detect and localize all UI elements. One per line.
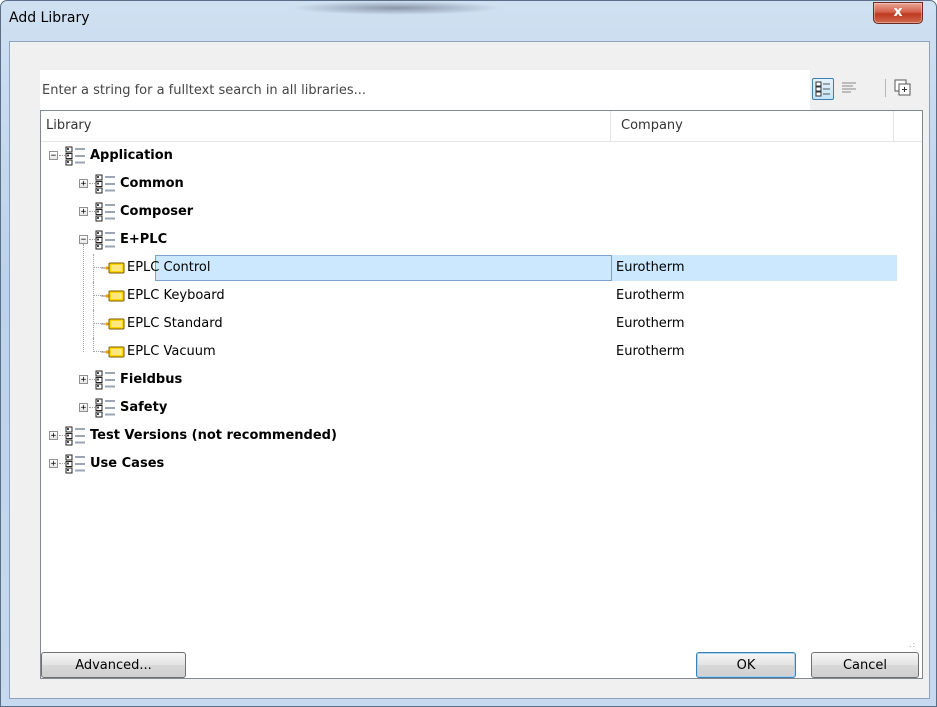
- tree-row[interactable]: − E+PLC: [41, 226, 901, 254]
- library-category-icon: [65, 146, 87, 166]
- expand-all-button[interactable]: [893, 78, 913, 98]
- tree-row[interactable]: + Composer: [41, 198, 901, 226]
- library-category-icon: [95, 230, 117, 250]
- expand-icon[interactable]: +: [49, 459, 58, 469]
- title-glare: [291, 1, 501, 15]
- collapse-icon[interactable]: −: [79, 235, 88, 245]
- toolbar-separator: [885, 79, 886, 97]
- tree-item-label: Fieldbus: [120, 372, 183, 387]
- tree-item-label: EPLC Vacuum: [127, 344, 216, 359]
- search-input[interactable]: [42, 80, 802, 100]
- column-divider: [893, 111, 894, 141]
- tree-item-label: Test Versions (not recommended): [90, 428, 337, 443]
- tree-item-label: EPLC Control: [127, 260, 211, 275]
- focus-rectangle: [155, 255, 612, 281]
- resize-grip[interactable]: .:: [909, 641, 919, 653]
- expand-icon[interactable]: +: [49, 431, 58, 441]
- title-bar[interactable]: Add Library x: [1, 1, 936, 41]
- collapse-icon[interactable]: −: [49, 151, 58, 161]
- search-box: [40, 70, 810, 112]
- library-category-icon: [95, 370, 117, 390]
- tree-row[interactable]: EPLC Standard Eurotherm: [41, 310, 901, 338]
- library-version-icon: [101, 346, 125, 358]
- library-category-icon: [65, 454, 87, 474]
- tree-item-label: Common: [120, 176, 184, 191]
- tree-row[interactable]: − Application: [41, 142, 901, 170]
- category-view-icon: [815, 81, 830, 97]
- tree-row[interactable]: + Common: [41, 170, 901, 198]
- dialog-window: Add Library x Enter a string for a fullt…: [0, 0, 937, 707]
- tree-row[interactable]: EPLC Keyboard Eurotherm: [41, 282, 901, 310]
- tree-row[interactable]: + Fieldbus: [41, 366, 901, 394]
- tree-item-label: E+PLC: [120, 232, 168, 247]
- window-title: Add Library: [9, 10, 90, 26]
- category-view-button[interactable]: [812, 78, 834, 100]
- tree-item-label: Composer: [120, 204, 194, 219]
- library-category-icon: [95, 202, 117, 222]
- library-tree-list[interactable]: Library Company − Application + Common + Comp…: [40, 110, 923, 679]
- company-cell: Eurotherm: [616, 316, 685, 331]
- tree-row[interactable]: EPLC Control Eurotherm: [41, 254, 901, 282]
- expand-all-icon: [894, 79, 911, 96]
- expand-icon[interactable]: +: [79, 375, 88, 385]
- library-version-icon: [101, 290, 125, 302]
- company-cell: Eurotherm: [616, 344, 685, 359]
- library-category-icon: [65, 426, 87, 446]
- column-header-company[interactable]: Company: [616, 111, 896, 141]
- tree-row[interactable]: EPLC Vacuum Eurotherm: [41, 338, 901, 366]
- ok-button[interactable]: OK: [696, 652, 796, 678]
- list-view-icon: [842, 82, 856, 93]
- expand-icon[interactable]: +: [79, 403, 88, 413]
- tree-item-label: Safety: [120, 400, 168, 415]
- tree-row[interactable]: + Use Cases: [41, 450, 901, 478]
- list-view-button[interactable]: [839, 78, 859, 98]
- tree-connector: [93, 338, 95, 352]
- library-version-icon: [101, 318, 125, 330]
- close-button[interactable]: x: [873, 2, 923, 24]
- list-header: Library Company: [41, 111, 922, 142]
- company-cell: Eurotherm: [616, 260, 685, 275]
- library-category-icon: [95, 174, 117, 194]
- close-icon: x: [893, 4, 903, 20]
- company-cell: Eurotherm: [616, 288, 685, 303]
- cancel-button[interactable]: Cancel: [811, 652, 919, 678]
- library-category-icon: [95, 398, 117, 418]
- tree-item-label: Application: [90, 148, 173, 163]
- tree-item-label: EPLC Keyboard: [127, 288, 225, 303]
- tree-row[interactable]: + Safety: [41, 394, 901, 422]
- library-version-icon: [101, 262, 125, 274]
- dialog-client-area: Library Company − Application + Common + Comp…: [9, 41, 930, 699]
- tree-item-label: Use Cases: [90, 456, 165, 471]
- tree-row[interactable]: + Test Versions (not recommended): [41, 422, 901, 450]
- advanced-button[interactable]: Advanced...: [41, 652, 186, 678]
- expand-icon[interactable]: +: [79, 179, 88, 189]
- column-header-library[interactable]: Library: [41, 111, 611, 141]
- column-divider: [610, 111, 611, 141]
- tree-connector: [83, 244, 85, 352]
- tree-item-label: EPLC Standard: [127, 316, 223, 331]
- expand-icon[interactable]: +: [79, 207, 88, 217]
